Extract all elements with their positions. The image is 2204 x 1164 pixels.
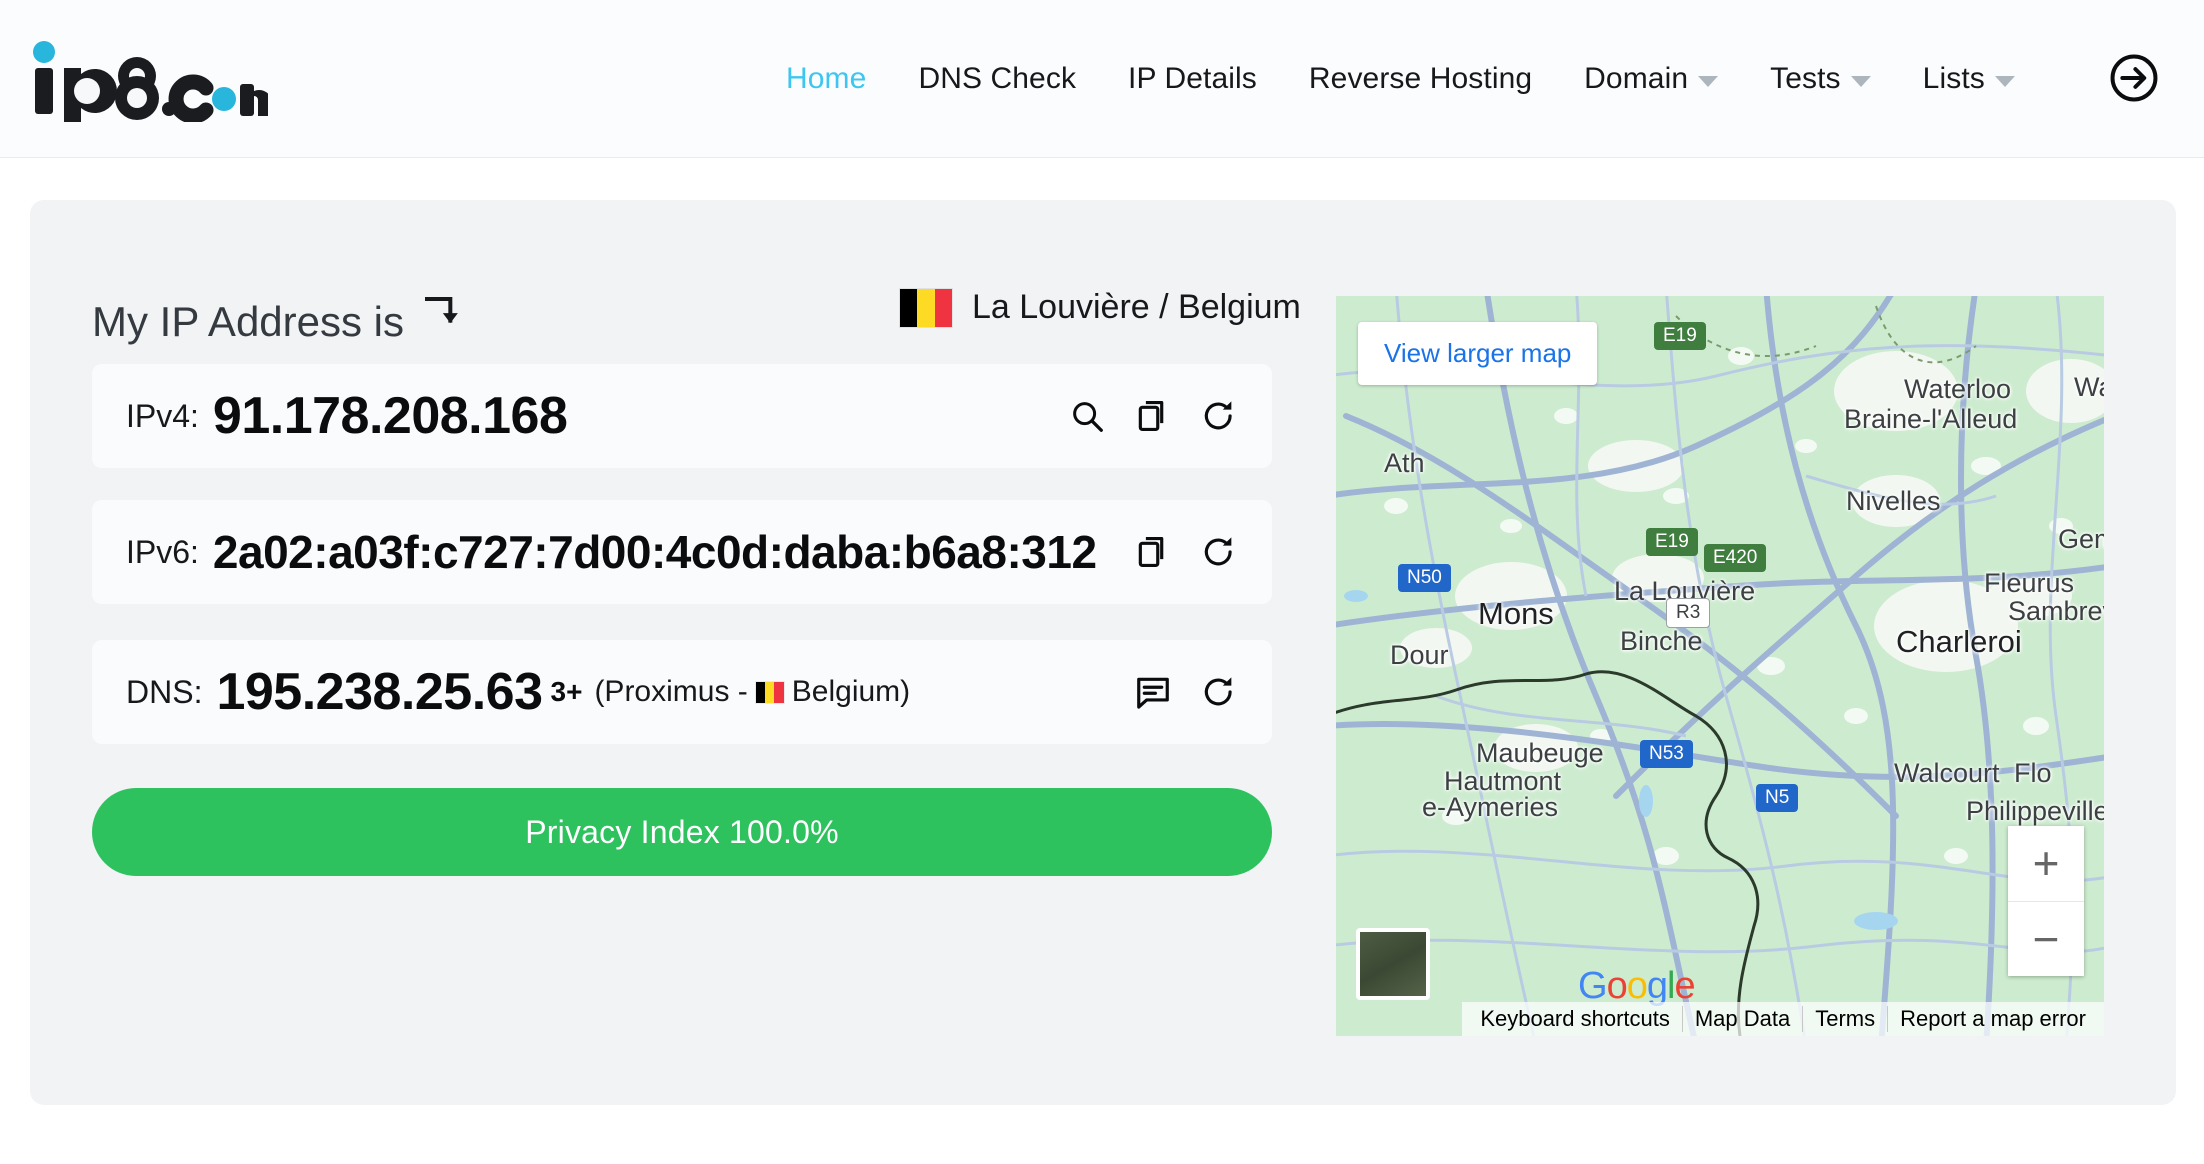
page-title-text: My IP Address is [92,298,405,345]
map-place-label: Binche [1620,626,1703,656]
ipv6-label: IPv6: [126,533,199,570]
logo-letter: G [1578,965,1608,1007]
nav-label: Tests [1770,62,1841,95]
map-road-shield: N53 [1640,740,1693,768]
site-logo[interactable] [28,36,271,124]
map-place-label: e-Aymeries [1422,792,1559,822]
map-place-label: Wavre [2074,372,2104,402]
chevron-down-icon [1994,75,2015,87]
zoom-in-button[interactable]: + [2008,826,2084,901]
map-place-label: Sambreville [2008,596,2104,626]
belgium-flag-icon [900,288,952,327]
privacy-index-button[interactable]: Privacy Index 100.0% [92,788,1272,876]
nav-item-ip-details[interactable]: IP Details [1102,62,1283,96]
nav-label: Domain [1584,62,1689,95]
ipv4-row: IPv4: 91.178.208.168 [92,364,1272,468]
terms-link[interactable]: Terms [1802,1006,1887,1032]
chevron-down-icon [1698,75,1719,87]
map-place-label: Braine-l'Alleud [1844,404,2018,434]
map-place-label: Ath [1384,448,1425,478]
map-place-label: Fleurus [1984,568,2075,598]
ipv6-actions [1134,533,1238,571]
ipv6-row: IPv6: 2a02:a03f:c727:7d00:4c0d:daba:b6a8… [92,500,1272,604]
map-place-label: Gembl [2058,524,2104,554]
belgium-flag-icon [755,681,784,703]
satellite-thumbnail-toggle[interactable] [1356,928,1430,1000]
nav-label: Home [786,62,867,95]
search-icon[interactable] [1068,397,1106,435]
geo-location-text: La Louvière / Belgium [972,288,1301,326]
ipv4-label: IPv4: [126,397,199,434]
copy-icon[interactable] [1134,533,1172,571]
view-larger-map-button[interactable]: View larger map [1358,322,1598,385]
logo-letter: o [1626,965,1648,1007]
comment-icon[interactable] [1134,673,1172,711]
geo-location: La Louvière / Belgium [900,288,1301,327]
site-header: Home DNS Check IP Details Reverse Hostin… [0,0,2204,158]
nav-item-domain[interactable]: Domain [1558,62,1744,96]
logo-letter: o [1606,965,1628,1007]
map-place-label: Charleroi [1896,624,2022,659]
dns-row: DNS: 195.238.25.63 3+ (Proximus - Belgiu… [92,640,1272,744]
logo-letter: g [1646,965,1668,1007]
ipv4-value: 91.178.208.168 [212,387,568,445]
map-zoom-controls: + − [2008,826,2084,976]
ipv6-value: 2a02:a03f:c727:7d00:4c0d:daba:b6a8:312 [212,526,1097,578]
report-map-error-link[interactable]: Report a map error [1887,1006,2098,1032]
map-road-shield: R3 [1666,598,1711,628]
dns-provider-suffix: Belgium) [791,675,911,708]
zoom-out-button[interactable]: − [2008,902,2084,977]
nav-item-tests[interactable]: Tests [1744,62,1897,96]
arrow-down-right-icon [425,297,458,324]
nav-label: IP Details [1128,62,1257,95]
nav-label: DNS Check [918,62,1077,95]
main-navigation: Home DNS Check IP Details Reverse Hostin… [760,0,2041,158]
logo-mark [33,41,271,124]
dns-label: DNS: [126,673,203,710]
location-map[interactable]: View larger map Waterloo Wavre Braine-l'Al… [1336,296,2104,1036]
logo-letter: e [1674,965,1695,1007]
nav-label: Lists [1922,62,1985,95]
map-place-label: Philippeville [1966,796,2104,826]
nav-item-lists[interactable]: Lists [1897,62,2041,96]
map-place-label: Dour [1390,640,1449,670]
keyboard-shortcuts-link[interactable]: Keyboard shortcuts [1468,1006,1682,1032]
refresh-icon[interactable] [1200,533,1238,571]
map-road-shield: N5 [1756,784,1799,812]
dns-provider: (Proximus - Belgium) [594,675,910,709]
map-road-shield: N50 [1398,564,1451,592]
map-data-link[interactable]: Map Data [1681,1006,1802,1032]
dns-count-superscript: 3+ [550,676,583,707]
map-road-shield: E420 [1704,544,1767,572]
ipv4-actions [1068,397,1238,435]
refresh-icon[interactable] [1200,397,1238,435]
map-place-label: Mons [1478,596,1554,631]
map-place-label: Waterloo [1904,374,2012,404]
map-place-label: Maubeuge [1476,738,1604,768]
refresh-icon[interactable] [1200,673,1238,711]
map-road-shield: E19 [1654,322,1706,350]
dns-value: 195.238.25.63 [216,663,543,721]
page-title: My IP Address is [92,292,462,346]
chevron-down-icon [1850,75,1871,87]
map-road-shield: E19 [1646,528,1698,556]
map-attribution-bar: Keyboard shortcuts Map Data Terms Report… [1462,1002,2104,1036]
login-arrow-icon[interactable] [2106,50,2162,106]
map-place-label: Walcourt [1894,758,2000,788]
map-place-label: Flo [2014,758,2052,788]
dns-actions [1134,673,1238,711]
nav-item-home[interactable]: Home [760,62,892,96]
copy-icon[interactable] [1134,397,1172,435]
ip-info-card: My IP Address is La Louvière / Belgium I… [30,200,2176,1105]
dns-provider-prefix: (Proximus - [594,675,748,708]
nav-item-dns-check[interactable]: DNS Check [892,62,1102,96]
map-place-label: Nivelles [1846,486,1941,516]
nav-item-reverse-hosting[interactable]: Reverse Hosting [1283,62,1558,96]
nav-label: Reverse Hosting [1308,62,1533,95]
